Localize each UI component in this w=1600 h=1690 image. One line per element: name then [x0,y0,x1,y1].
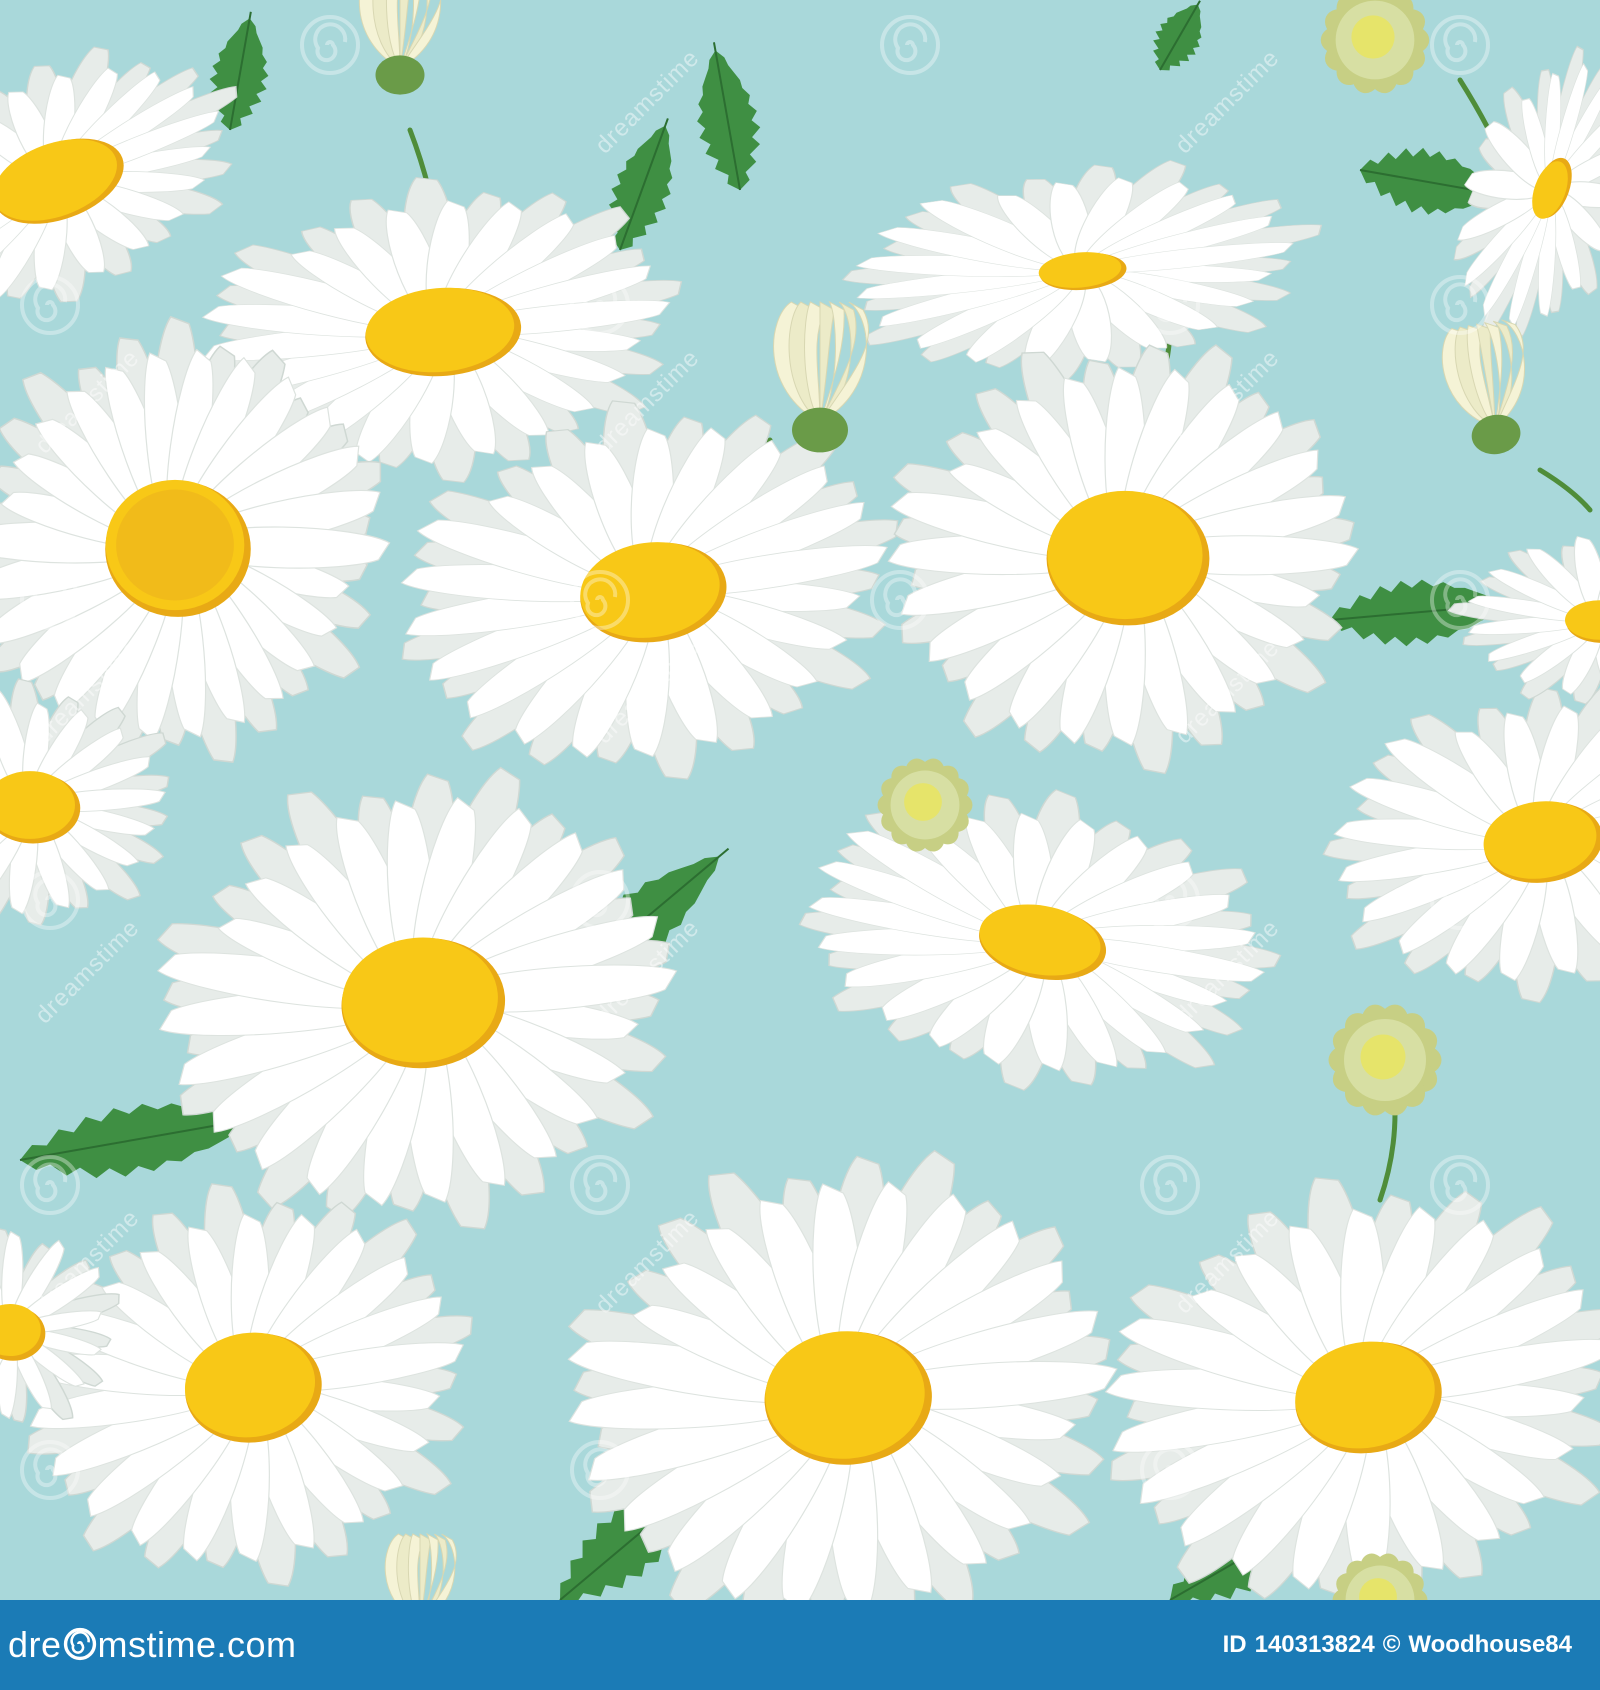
watermark-swirl-icon [20,570,80,630]
daisy-closed-bud [384,1532,457,1600]
logo-text-dream: dre [8,1624,62,1665]
image-credit: ID 140313824 © Woodhouse84 [1223,1630,1580,1660]
logo-text-rest: mstime.com [97,1624,297,1665]
image-id: 140313824 [1254,1631,1375,1658]
watermark-swirl-icon [1140,1155,1200,1215]
stock-footer-bar: dre mstime.com ID 140313824 © Woodhouse84 [0,1600,1600,1690]
logo-swirl-icon [63,1627,96,1661]
watermark-swirl-icon [570,870,630,930]
watermark-swirl-icon [1140,275,1200,335]
watermark-swirl-icon [570,570,630,630]
watermark-swirl-icon [300,15,360,75]
watermark-swirl-icon [1430,15,1490,75]
watermark-swirl-icon [20,1155,80,1215]
author-name[interactable]: Woodhouse84 [1408,1631,1572,1658]
watermark-swirl-icon [870,570,930,630]
watermark-swirl-icon [1140,870,1200,930]
watermark-swirl-icon [1430,1155,1490,1215]
watermark-swirl-icon [20,870,80,930]
daisy-illustration [0,0,1600,1600]
watermark-swirl-icon [1430,275,1490,335]
watermark-swirl-icon [570,275,630,335]
copyright-symbol: © [1382,1631,1401,1658]
dreamstime-logo[interactable]: dre mstime.com [0,1622,297,1668]
id-label: ID [1222,1631,1247,1658]
daisy-pattern-image [0,0,1600,1600]
watermark-swirl-icon [20,1440,80,1500]
watermark-swirl-icon [880,15,940,75]
watermark-swirl-icon [570,1440,630,1500]
watermark-swirl-icon [1430,870,1490,930]
watermark-swirl-icon [20,275,80,335]
watermark-swirl-icon [1430,570,1490,630]
watermark-swirl-icon [1140,1440,1200,1500]
watermark-swirl-icon [570,1155,630,1215]
